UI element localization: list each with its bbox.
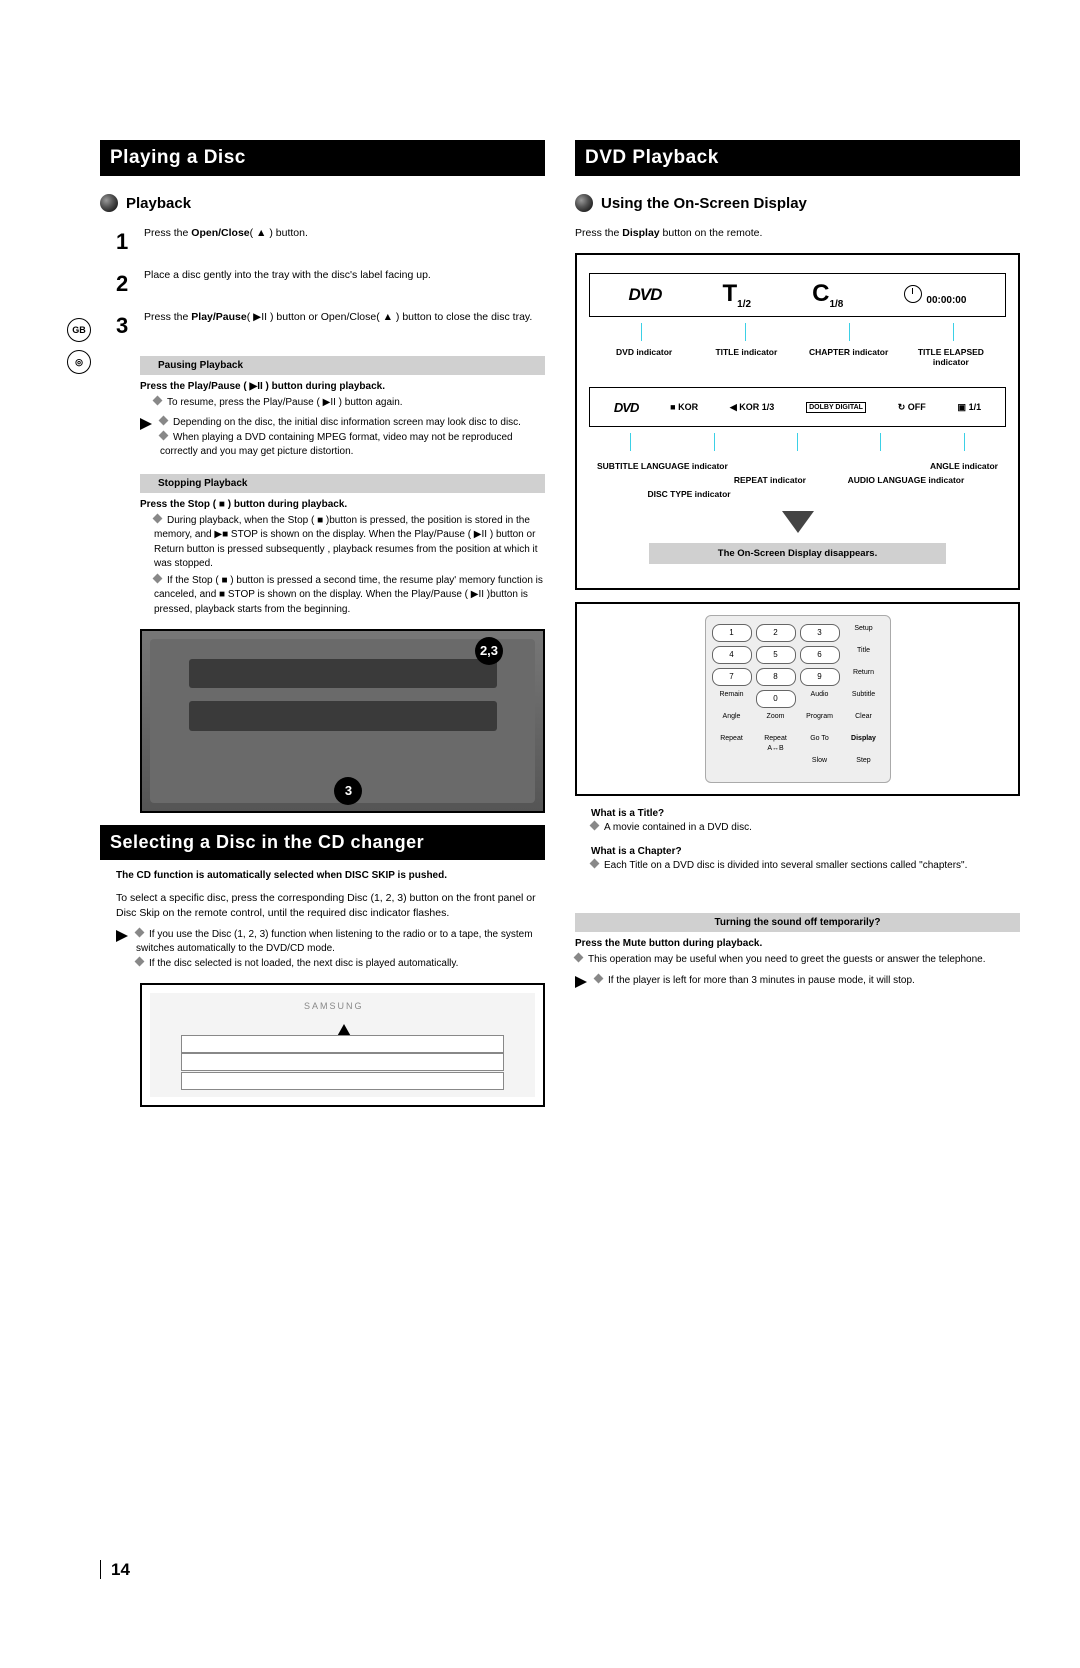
dvd-logo-icon: DVD — [629, 285, 662, 305]
osd-intro: Press the Display button on the remote. — [575, 226, 1020, 241]
stopping-detail-2: If the Stop ( ■ ) button is pressed a se… — [154, 574, 545, 618]
arrow-down-icon — [782, 511, 814, 533]
dvd-logo-icon: DVD — [614, 400, 638, 415]
step-1: 1 Press the Open/Close( ▲ ) button. — [116, 226, 545, 258]
subhead-playback: Playback — [100, 194, 545, 212]
left-column: Playing a Disc Playback 1 Press the Open… — [100, 140, 545, 1119]
osd-row-2: DVD ■ KOR ◀ KOR 1/3 DOLBY DIGITAL ↻ OFF … — [589, 387, 1006, 427]
callout-2-3: 2,3 — [475, 637, 503, 665]
mute-header: Turning the sound off temporarily? — [575, 913, 1020, 932]
cd-auto-note: The CD function is automatically selecte… — [116, 870, 545, 881]
what-is-title-a: A movie contained in a DVD disc. — [591, 821, 1020, 836]
pausing-header: Pausing Playback — [140, 356, 545, 375]
what-is-chapter-q: What is a Chapter? — [591, 846, 1020, 857]
remote-illustration: 123Setup 456Title 789Return Remain0Audio… — [575, 602, 1020, 796]
right-column: DVD Playback Using the On-Screen Display… — [575, 140, 1020, 1119]
mute-detail: This operation may be useful when you ne… — [575, 953, 1020, 968]
pausing-resume: To resume, press the Play/Pause ( ▶II ) … — [154, 396, 545, 411]
stopping-instruction: Press the Stop ( ■ ) button during playb… — [140, 499, 545, 510]
disc-badge: ◎ — [67, 350, 91, 374]
osd-box: DVD T1/2 C1/8 00:00:00 DVD indicator TIT… — [575, 253, 1020, 590]
step-2: 2 Place a disc gently into the tray with… — [116, 268, 545, 300]
subhead-osd: Using the On-Screen Display — [575, 194, 1020, 212]
heading-playing-disc: Playing a Disc — [100, 140, 545, 176]
stereo-illustration: 2,3 3 — [140, 629, 545, 813]
what-is-chapter-a: Each Title on a DVD disc is divided into… — [591, 859, 1020, 874]
cd-select-para: To select a specific disc, press the cor… — [116, 891, 545, 921]
heading-dvd-playback: DVD Playback — [575, 140, 1020, 176]
osd-labels-2: SUBTITLE LANGUAGE indicator ANGLE indica… — [593, 459, 1002, 501]
mute-instruction: Press the Mute button during playback. — [575, 938, 1020, 949]
what-is-title-q: What is a Title? — [591, 808, 1020, 819]
stopping-detail-1: During playback, when the Stop ( ■ )butt… — [154, 514, 545, 572]
heading-cd-changer: Selecting a Disc in the CD changer — [100, 825, 545, 860]
mute-note: If the player is left for more than 3 mi… — [575, 974, 1020, 989]
gb-badge: GB — [67, 318, 91, 342]
pausing-instruction: Press the Play/Pause ( ▶II ) button duri… — [140, 381, 545, 392]
page-number: 14 — [100, 1560, 130, 1579]
osd-labels-1: DVD indicator TITLE indicator CHAPTER in… — [593, 347, 1002, 367]
osd-row-1: DVD T1/2 C1/8 00:00:00 — [589, 273, 1006, 317]
cd-changer-illustration: SAMSUNG — [140, 983, 545, 1107]
clock-icon — [904, 285, 922, 303]
step-3: 3 Press the Play/Pause( ▶II ) button or … — [116, 310, 545, 342]
osd-disappear-note: The On-Screen Display disappears. — [649, 543, 946, 564]
stopping-header: Stopping Playback — [140, 474, 545, 493]
margin-icons: GB ◎ — [66, 318, 92, 382]
pausing-note-1: Depending on the disc, the initial disc … — [140, 416, 545, 460]
cd-note-block: If you use the Disc (1, 2, 3) function w… — [116, 928, 545, 972]
